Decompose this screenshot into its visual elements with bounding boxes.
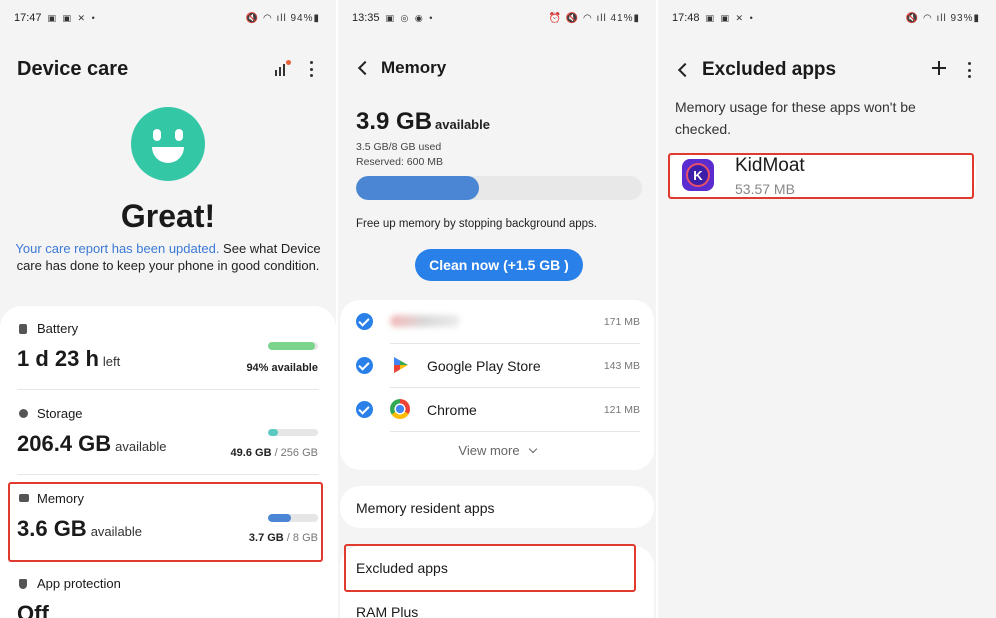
app-size: 171 MB — [603, 316, 640, 328]
status-bar: 17:47 ▣ ▣ ✕ • 🔇 ◠ ıll 94%▮ — [14, 10, 320, 26]
view-more-label: View more — [458, 443, 520, 458]
back-arrow-icon[interactable] — [677, 62, 693, 78]
page-title: Memory — [381, 58, 447, 77]
memory-screen: 13:35 ▣ ◎ ◉ • ⏰ 🔇 ◠ ıll 41%▮ Memory 3.9 … — [338, 0, 656, 618]
excluded-apps-screen: 17:48 ▣ ▣ ✕ • 🔇 ◠ ıll 93%▮ Excluded apps… — [658, 0, 996, 618]
storage-value: 206.4 GB — [17, 431, 112, 456]
kidmoat-highlight-box — [668, 153, 974, 199]
battery-bar — [268, 342, 318, 350]
device-care-screen: 17:47 ▣ ▣ ✕ • 🔇 ◠ ıll 94%▮ Device care G… — [0, 0, 336, 618]
notification-icons: ▣ ▣ ✕ • — [47, 12, 97, 23]
battery-row[interactable]: Battery 1 d 23 h left 94% available — [0, 306, 336, 390]
device-status-card: Battery 1 d 23 h left 94% available Stora… — [0, 306, 336, 618]
storage-row[interactable]: Storage 206.4 GB available 49.6 GB / 256 … — [0, 391, 336, 475]
notification-icons: ▣ ◎ ◉ • — [385, 12, 435, 23]
battery-percent: 94% — [290, 12, 314, 24]
memory-reserved-text: Reserved: 600 MB — [356, 156, 443, 168]
status-time: 17:48 — [672, 12, 700, 24]
storage-icon — [19, 409, 28, 418]
app-row[interactable]: Chrome 121 MB — [340, 388, 654, 432]
excluded-apps-highlight-box — [344, 544, 636, 592]
background-apps-card: 171 MB Google Play Store 143 MB Chrome 1… — [340, 300, 654, 470]
memory-available-value: 3.9 GB — [356, 108, 433, 135]
smiley-face-icon — [131, 107, 205, 181]
status-right: 🔇 ◠ ıll 93%▮ — [905, 12, 980, 24]
page-title: Device care — [17, 58, 129, 80]
battery-value: 1 d 23 h — [17, 346, 99, 371]
notification-icons: ▣ ▣ ✕ • — [705, 12, 755, 23]
app-name: Google Play Store — [427, 358, 541, 374]
status-time: 17:47 — [14, 12, 42, 24]
app-protection-value: Off — [17, 601, 49, 618]
memory-available-unit: available — [435, 117, 490, 132]
app-size: 143 MB — [603, 360, 640, 372]
more-options-icon[interactable] — [309, 61, 313, 77]
memory-usage-bar — [356, 176, 642, 200]
battery-detail: 94% available — [246, 362, 318, 374]
status-right: ⏰ 🔇 ◠ ıll 41%▮ — [548, 12, 640, 24]
free-up-text: Free up memory by stopping background ap… — [356, 218, 597, 230]
page-title: Excluded apps — [702, 59, 837, 80]
app-name: Chrome — [427, 402, 477, 418]
storage-bar — [268, 429, 318, 436]
add-icon[interactable] — [932, 61, 946, 75]
clean-now-button[interactable]: Clean now (+1.5 GB ) — [415, 249, 583, 281]
blurred-app-name — [390, 315, 460, 327]
checkbox-checked-icon[interactable] — [356, 313, 373, 330]
memory-resident-apps-label: Memory resident apps — [356, 500, 495, 516]
view-more-button[interactable]: View more — [340, 443, 654, 458]
chrome-icon — [390, 399, 410, 419]
status-headline: Great! — [120, 198, 216, 234]
chart-icon[interactable] — [274, 60, 291, 76]
memory-resident-apps-item[interactable]: Memory resident apps — [340, 486, 654, 528]
back-arrow-icon[interactable] — [357, 60, 373, 76]
battery-percent: 93% — [950, 12, 974, 24]
memory-used-text: 3.5 GB/8 GB used — [356, 141, 442, 153]
memory-highlight-box — [8, 482, 323, 562]
battery-unit: left — [102, 354, 121, 369]
chevron-down-icon — [528, 444, 537, 454]
checkbox-checked-icon[interactable] — [356, 401, 373, 418]
checkbox-checked-icon[interactable] — [356, 357, 373, 374]
battery-percent: 41% — [610, 12, 634, 24]
more-options-icon[interactable] — [967, 62, 971, 78]
storage-used: 49.6 GB — [230, 447, 272, 459]
storage-unit: available — [115, 439, 167, 454]
ram-plus-item[interactable]: RAM Plus — [356, 604, 418, 618]
app-protection-row[interactable]: App protection Off — [0, 561, 336, 618]
app-protection-label: App protection — [37, 576, 121, 591]
care-report-link[interactable]: Your care report has been updated. — [15, 241, 219, 256]
shield-icon — [19, 579, 27, 589]
excluded-description: Memory usage for these apps won't be che… — [675, 99, 916, 137]
app-row[interactable]: Google Play Store 143 MB — [340, 344, 654, 388]
battery-icon — [19, 324, 27, 334]
status-bar: 13:35 ▣ ◎ ◉ • ⏰ 🔇 ◠ ıll 41%▮ — [352, 10, 640, 26]
app-row[interactable]: 171 MB — [340, 300, 654, 344]
storage-label: Storage — [37, 406, 83, 421]
google-play-store-icon — [394, 357, 408, 373]
app-size: 121 MB — [603, 404, 640, 416]
care-report-text: Your care report has been updated. See w… — [14, 240, 322, 274]
status-right: 🔇 ◠ ıll 94%▮ — [245, 12, 320, 24]
storage-total: / 256 GB — [271, 447, 318, 459]
battery-label: Battery — [37, 321, 79, 336]
status-time: 13:35 — [352, 12, 380, 24]
status-bar: 17:48 ▣ ▣ ✕ • 🔇 ◠ ıll 93%▮ — [672, 10, 980, 26]
